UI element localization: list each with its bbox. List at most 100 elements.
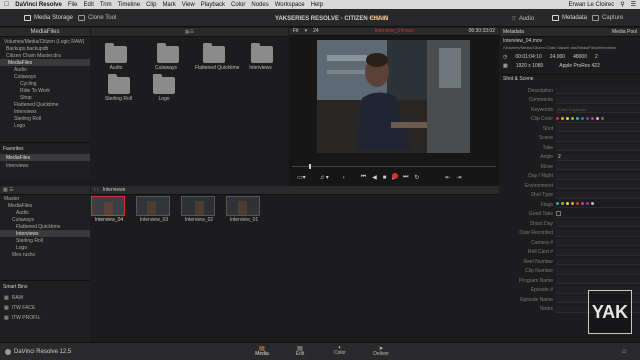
- flag-swatch[interactable]: [566, 202, 569, 206]
- clip-color-swatch[interactable]: [596, 116, 599, 120]
- menu-view[interactable]: View: [182, 2, 195, 8]
- bin-flattened[interactable]: Flattened Quicktime: [0, 223, 90, 230]
- bin-master[interactable]: Master: [0, 195, 90, 202]
- jump-end-icon[interactable]: ⏭: [403, 174, 408, 181]
- smart-bin-raw[interactable]: ▦ RAW: [4, 294, 23, 301]
- metadata-field-input[interactable]: [556, 210, 640, 218]
- menu-nodes[interactable]: Nodes: [251, 2, 268, 8]
- clip-color-swatch[interactable]: [581, 116, 584, 120]
- favorite-mediafiles[interactable]: MediaFiles: [0, 154, 90, 161]
- storage-cycling[interactable]: Cycling: [0, 80, 90, 87]
- metadata-field-input[interactable]: [556, 172, 640, 180]
- metadata-field-input[interactable]: [556, 144, 640, 152]
- volume-icon[interactable]: ♬▾: [320, 174, 329, 181]
- metadata-field-input[interactable]: [556, 191, 640, 199]
- back-icon[interactable]: ‹ ›: [94, 187, 99, 193]
- folder-sterling-roll[interactable]: Sterling Roll: [105, 74, 132, 102]
- flag-swatch[interactable]: [576, 202, 579, 206]
- loop-icon[interactable]: ↻: [414, 174, 419, 181]
- metadata-field-input[interactable]: [556, 182, 640, 190]
- clip-color-swatch[interactable]: [566, 116, 569, 120]
- metadata-field-input[interactable]: [556, 116, 640, 123]
- menu-playback[interactable]: Playback: [201, 2, 225, 8]
- shot-scene-group[interactable]: Shot & Scene: [503, 77, 534, 82]
- prev-clip-icon[interactable]: ‹: [343, 175, 345, 181]
- search-icon[interactable]: ⚲: [620, 1, 624, 8]
- mark-out-icon[interactable]: ⇥: [456, 174, 461, 181]
- smart-bin-itw-profil[interactable]: ▦ ITW PROFIL: [4, 314, 40, 321]
- metadata-field-input[interactable]: [556, 267, 640, 275]
- clip-color-swatch[interactable]: [561, 116, 564, 120]
- metadata-field-input[interactable]: [556, 248, 640, 256]
- chevron-down-icon[interactable]: ▾: [305, 29, 308, 34]
- bin-cutaways[interactable]: Cutaways: [0, 216, 90, 223]
- storage-audio[interactable]: Audio: [0, 66, 90, 73]
- bin-logo[interactable]: Logo: [0, 244, 90, 251]
- clip-color-swatch[interactable]: [556, 116, 559, 120]
- metadata-field-input[interactable]: [556, 96, 640, 104]
- storage-backups[interactable]: Backups.backupdb: [0, 45, 90, 52]
- metadata-field-input[interactable]: [556, 220, 640, 228]
- flag-swatch[interactable]: [556, 202, 559, 206]
- tab-edit[interactable]: ▤ Edit: [290, 345, 310, 357]
- folder-interviews[interactable]: Interviews: [248, 43, 273, 71]
- storage-ride-to-work[interactable]: Ride To Work: [0, 87, 90, 94]
- clip-interview-02[interactable]: Interview_02: [181, 196, 217, 223]
- metadata-field-input[interactable]: [556, 125, 640, 133]
- capture-button[interactable]: Capture: [592, 15, 623, 21]
- flag-swatch[interactable]: [586, 202, 589, 206]
- storage-cutaways[interactable]: Cutaways: [0, 73, 90, 80]
- flag-swatch[interactable]: [591, 202, 594, 206]
- record-button[interactable]: [392, 173, 398, 179]
- menu-edit[interactable]: Edit: [84, 2, 94, 8]
- scrub-bar[interactable]: [292, 166, 496, 167]
- storage-volume[interactable]: Volumes/Media/Citizen (Logic RAW): [0, 38, 90, 45]
- user-name[interactable]: Erwan Le Cloirec: [569, 2, 615, 8]
- display-icon[interactable]: ▭▾: [297, 174, 306, 181]
- menu-list-icon[interactable]: ☰: [631, 1, 636, 8]
- menu-workspace[interactable]: Workspace: [275, 2, 305, 8]
- metadata-field-input[interactable]: [556, 229, 640, 237]
- flag-swatch[interactable]: [581, 202, 584, 206]
- smart-bin-itw-face[interactable]: ▦ ITW FACE: [4, 304, 35, 311]
- metadata-field-input[interactable]: [556, 134, 640, 142]
- audio-button[interactable]: ⁝⁝ Audio: [512, 15, 534, 23]
- metadata-field-input[interactable]: Enter Keywords: [556, 106, 640, 114]
- tab-deliver[interactable]: ➤ Deliver: [370, 345, 392, 357]
- clip-color-swatch[interactable]: [591, 116, 594, 120]
- menu-help[interactable]: Help: [311, 2, 323, 8]
- menu-clip[interactable]: Clip: [146, 2, 156, 8]
- flag-swatch[interactable]: [561, 202, 564, 206]
- menu-color[interactable]: Color: [231, 2, 245, 8]
- metadata-field-input[interactable]: [556, 163, 640, 171]
- media-storage-button[interactable]: Media Storage: [24, 15, 73, 21]
- clone-tool-button[interactable]: Clone Tool: [78, 15, 116, 21]
- menu-timeline[interactable]: Timeline: [118, 2, 140, 8]
- metadata-field-input[interactable]: [556, 87, 640, 95]
- tab-media[interactable]: ▤ Media: [252, 345, 272, 357]
- folder-cutaways[interactable]: Cutaways: [153, 43, 179, 71]
- bin-audio[interactable]: Audio: [0, 209, 90, 216]
- clip-interview-01[interactable]: Interview_01: [226, 196, 262, 223]
- metadata-field-input[interactable]: [556, 258, 640, 266]
- menu-trim[interactable]: Trim: [100, 2, 112, 8]
- clip-color-swatch[interactable]: [586, 116, 589, 120]
- storage-shop[interactable]: Shop: [0, 94, 90, 101]
- bin-sterling-roll[interactable]: Sterling Roll: [0, 237, 90, 244]
- menu-app[interactable]: DaVinci Resolve: [15, 2, 62, 8]
- metadata-field-input[interactable]: 2: [556, 153, 640, 161]
- storage-interviews[interactable]: Interviews: [0, 108, 90, 115]
- playhead[interactable]: [309, 164, 311, 169]
- folder-audio[interactable]: Audio: [105, 43, 127, 71]
- clip-interview-03[interactable]: Interview_03: [136, 196, 172, 223]
- folder-flattened[interactable]: Flattened Quicktime: [195, 43, 239, 71]
- bin-interviews[interactable]: Interviews: [0, 230, 90, 237]
- panel-toggle-icon[interactable]: ▦ ☰: [3, 187, 14, 193]
- tab-color[interactable]: ◐ Color: [330, 345, 350, 356]
- apple-icon[interactable]: : [4, 1, 9, 8]
- folder-logo[interactable]: Logo: [153, 74, 175, 102]
- mark-in-icon[interactable]: ⇤: [445, 174, 450, 181]
- clip-color-swatch[interactable]: [601, 116, 604, 120]
- metadata-field-input[interactable]: [556, 239, 640, 247]
- fit-dropdown[interactable]: Fit: [293, 29, 299, 34]
